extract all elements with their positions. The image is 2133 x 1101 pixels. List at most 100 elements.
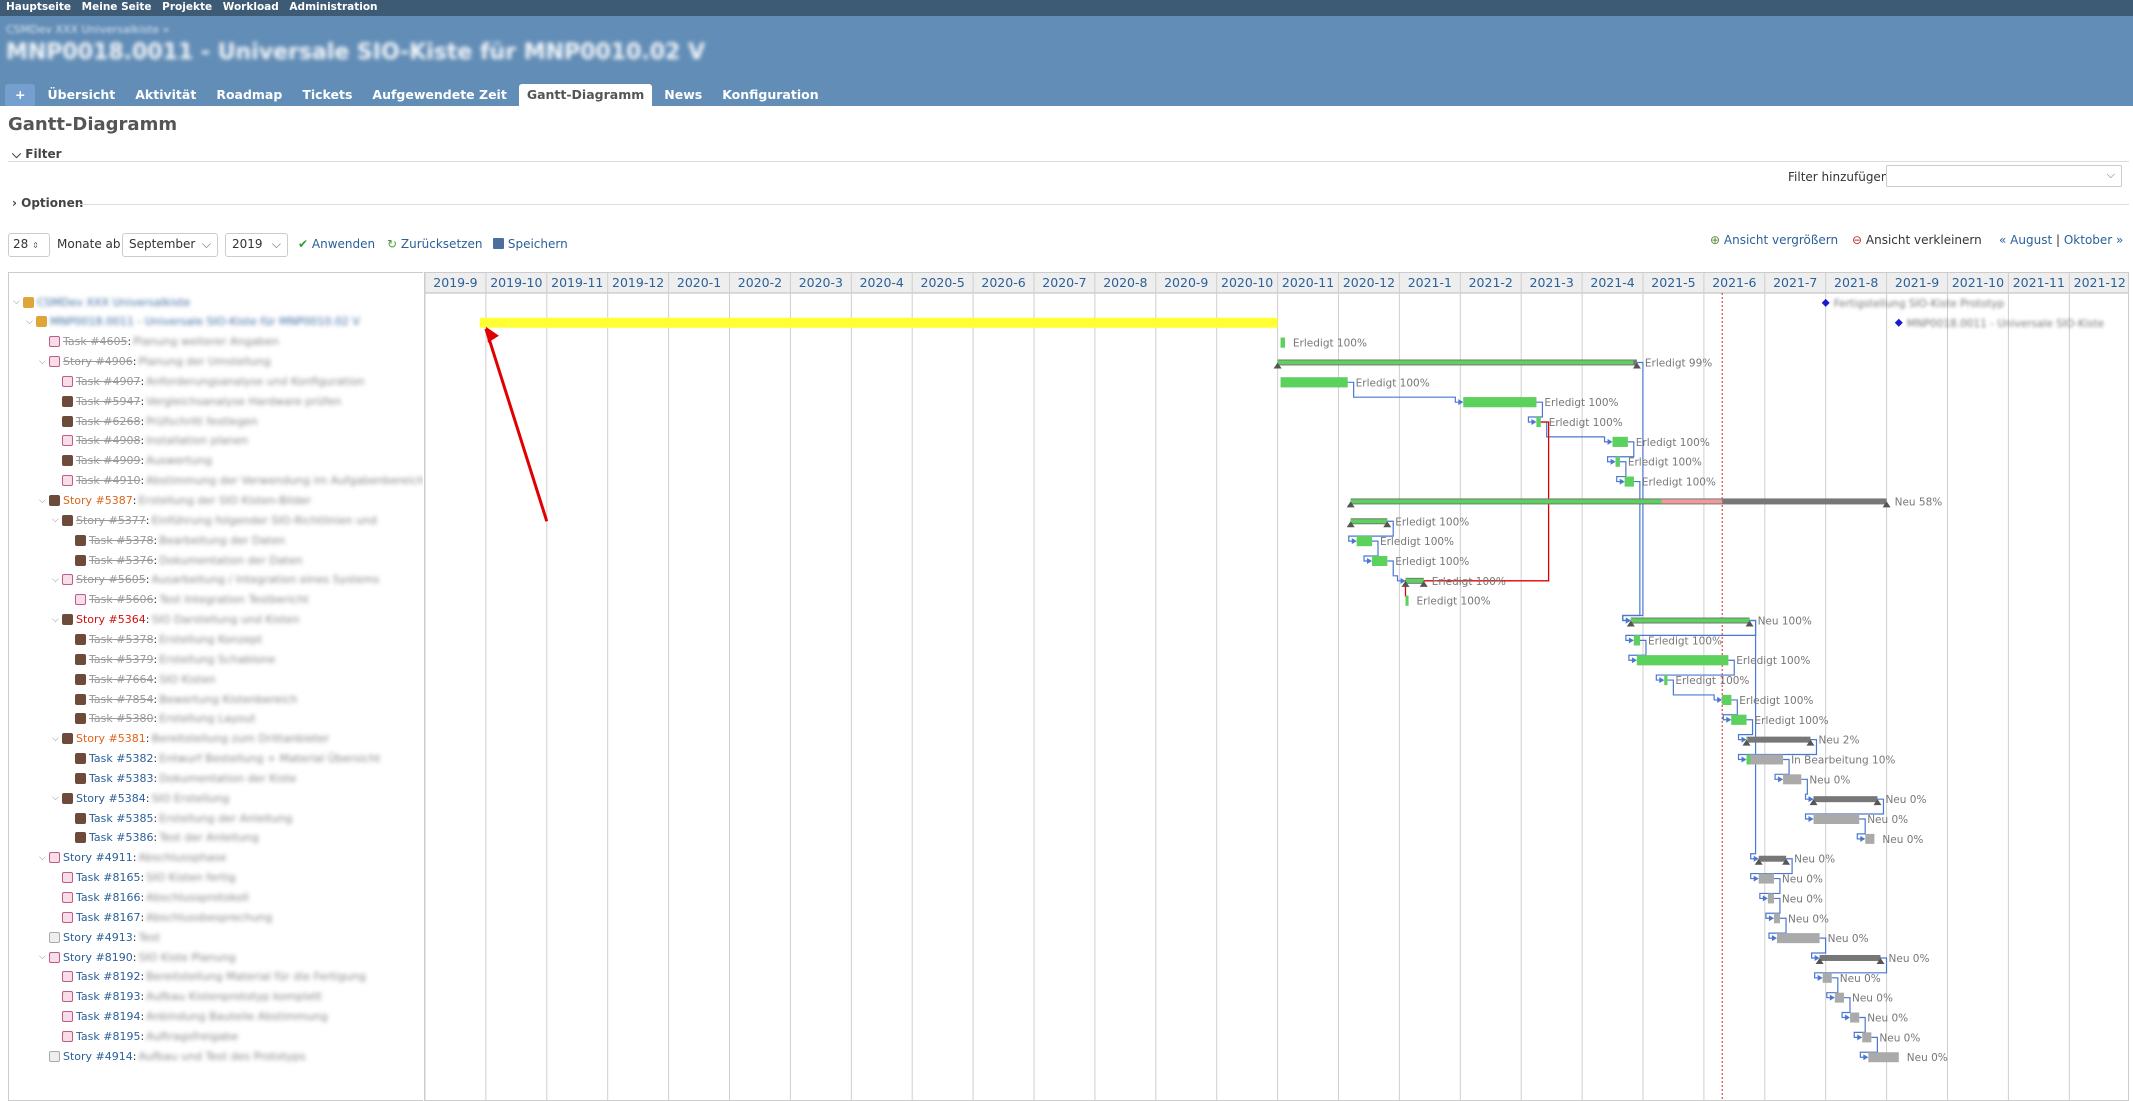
tab-news[interactable]: News [656,84,710,106]
zoom-out-button[interactable]: ⊖ Ansicht verkleinern [1852,233,1982,247]
gantt-subject-row[interactable]: Task #8193: Aufbau Kistenprototyp komplet… [52,988,322,1006]
project-link[interactable]: MNP0018.0011 - Universale SIO-Kiste für … [50,315,360,328]
month-label[interactable]: 2021-6 [1712,275,1756,290]
expander-icon[interactable]: ⌵ [52,734,62,744]
issue-link[interactable]: Task #8194 [76,1010,140,1023]
menu-workload[interactable]: Workload [223,1,279,13]
filter-toggle[interactable]: ⌵ Filter [12,147,62,162]
issue-link[interactable]: Task #5382 [89,752,153,765]
gantt-subject-row[interactable]: Story #4913: Test [39,928,160,946]
save-button[interactable]: Speichern [493,237,568,251]
issue-link[interactable]: Story #4914 [63,1050,133,1063]
month-label[interactable]: 2020-9 [1164,275,1208,290]
expander-icon[interactable]: ⌵ [52,515,62,525]
issue-link[interactable]: Task #5378 [89,633,153,646]
month-label[interactable]: 2020-7 [1042,275,1086,290]
issue-link[interactable]: Task #5386 [89,831,153,844]
issue-link[interactable]: Story #5605 [76,573,146,586]
menu-my-page[interactable]: Meine Seite [82,1,152,13]
gantt-subject-row[interactable]: Task #5376: Dokumentation der Daten [65,551,302,569]
month-label[interactable]: 2020-11 [1282,275,1334,290]
month-select[interactable]: September ⌵ [122,233,218,257]
reset-button[interactable]: ↻ Zurücksetzen [387,237,482,251]
issue-link[interactable]: Task #7854 [89,693,153,706]
parent-project-link[interactable]: CSMDev XXX Universalkiste » [6,23,169,36]
month-label[interactable]: 2020-4 [860,275,904,290]
gantt-subject-row[interactable]: ⌵ Story #5605: Ausarbeitung / Integration … [52,571,379,589]
month-label[interactable]: 2019-12 [612,275,664,290]
issue-link[interactable]: Task #4910 [76,474,140,487]
tab-roadmap[interactable]: Roadmap [208,84,290,106]
gantt-subject-row[interactable]: ⌵ CSMDev XXX Universalkiste [13,293,190,311]
month-label[interactable]: 2020-10 [1221,275,1273,290]
apply-button[interactable]: ✔ Anwenden [298,237,375,251]
expander-icon[interactable]: ⌵ [39,952,49,962]
month-label[interactable]: 2020-5 [921,275,965,290]
issue-link[interactable]: Task #4908 [76,434,140,447]
tab-gantt[interactable]: Gantt-Diagramm [518,84,653,106]
next-month-link[interactable]: Oktober » [2064,233,2124,247]
tab-new[interactable]: + [5,84,36,106]
menu-projects[interactable]: Projekte [162,1,212,13]
month-label[interactable]: 2021-3 [1530,275,1574,290]
menu-administration[interactable]: Administration [289,1,377,13]
month-label[interactable]: 2020-8 [1103,275,1147,290]
month-label[interactable]: 2020-6 [981,275,1025,290]
month-label[interactable]: 2019-9 [433,275,477,290]
month-label[interactable]: 2021-5 [1651,275,1695,290]
gantt-subject-row[interactable]: ⌵ Story #8190: SIO Kiste Planung [39,948,236,966]
expander-icon[interactable]: ⌵ [39,357,49,367]
issue-link[interactable]: Task #5380 [89,712,153,725]
expander-icon[interactable]: ⌵ [52,615,62,625]
month-label[interactable]: 2021-1 [1408,275,1452,290]
gantt-subject-row[interactable]: ⌵ Story #4906: Planung der Umstellung [39,353,271,371]
gantt-subject-row[interactable]: ⌵ Story #5364: SIO Darstellung und Kisten [52,611,299,629]
month-label[interactable]: 2021-10 [1952,275,2004,290]
issue-link[interactable]: Story #5381 [76,732,146,745]
tab-activity[interactable]: Aktivität [127,84,204,106]
gantt-subject-row[interactable]: Task #5383: Dokumentation der Kiste [65,769,296,787]
options-toggle[interactable]: › Optionen [12,196,83,210]
month-label[interactable]: 2020-2 [738,275,782,290]
month-label[interactable]: 2021-11 [2013,275,2065,290]
month-label[interactable]: 2020-3 [799,275,843,290]
expander-icon[interactable]: ⌵ [26,317,36,327]
gantt-subject-row[interactable]: Task #5378: Bearbeitung der Daten [65,531,285,549]
issue-link[interactable]: Task #5385 [89,812,153,825]
issue-link[interactable]: Task #5383 [89,772,153,785]
issue-link[interactable]: Task #5947 [76,395,140,408]
gantt-subject-row[interactable]: Task #5380: Erstellung Layout [65,710,255,728]
month-label[interactable]: 2021-8 [1834,275,1878,290]
gantt-subject-row[interactable]: Task #8167: Abschlussbesprechung [52,908,272,926]
gantt-subject-row[interactable]: ⌵ Story #5384: SIO Erstellung [52,789,229,807]
month-label[interactable]: 2021-2 [1469,275,1513,290]
issue-link[interactable]: Task #5606 [89,593,153,606]
gantt-subject-row[interactable]: Task #5379: Erstellung Schablone [65,650,275,668]
gantt-subject-row[interactable]: ⌵ Story #5387: Erstellung der SIO Kisten-B… [39,492,311,510]
issue-link[interactable]: Story #5384 [76,792,146,805]
gantt-subject-row[interactable]: Task #6268: Prüfschritt festlegen [52,412,258,430]
month-label[interactable]: 2021-7 [1773,275,1817,290]
gantt-subject-row[interactable]: Task #4909: Auswertung [52,452,212,470]
month-label[interactable]: 2020-1 [677,275,721,290]
expander-icon[interactable]: ⌵ [52,575,62,585]
gantt-subject-row[interactable]: Task #4907: Anforderungsanalyse und Konfi… [52,372,365,390]
gantt-subject-row[interactable]: Task #8166: Abschlussprotokoll [52,889,249,907]
gantt-subject-row[interactable]: Task #4605: Planung weiterer Angaben [39,333,279,351]
issue-link[interactable]: Task #4907 [76,375,140,388]
gantt-subject-row[interactable]: ⌵ MNP0018.0011 - Universale SIO-Kiste für… [26,313,360,331]
gantt-subject-row[interactable]: Task #5378: Erstellung Konzept [65,630,262,648]
gantt-subject-row[interactable]: Task #8194: Anbindung Bauteile Abstimmung [52,1008,328,1026]
issue-link[interactable]: Task #8192 [76,970,140,983]
issue-link[interactable]: Task #5379 [89,653,153,666]
gantt-subject-row[interactable]: Task #8192: Bereitstellung Material für d… [52,968,366,986]
project-link[interactable]: CSMDev XXX Universalkiste [37,296,190,309]
tab-tickets[interactable]: Tickets [294,84,360,106]
gantt-subject-row[interactable]: Task #8165: SIO Kisten fertig [52,869,236,887]
gantt-subject-row[interactable]: Task #4908: Installation planen [52,432,248,450]
issue-link[interactable]: Task #6268 [76,415,140,428]
expander-icon[interactable]: ⌵ [13,297,23,307]
filter-add-select[interactable]: ⌵ [1886,165,2122,187]
issue-link[interactable]: Task #8166 [76,891,140,904]
issue-link[interactable]: Task #8165 [76,871,140,884]
